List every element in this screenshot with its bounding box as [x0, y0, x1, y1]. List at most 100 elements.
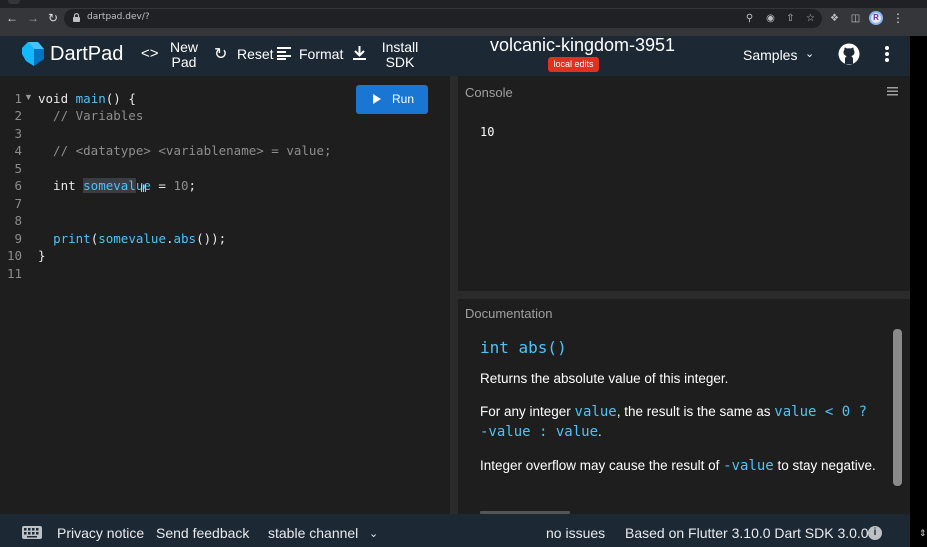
local-edits-badge: local edits: [548, 57, 599, 72]
doc-paragraph-3: Integer overflow may cause the result of…: [480, 456, 880, 476]
run-button[interactable]: Run: [356, 85, 428, 114]
line-number: 4: [14, 143, 22, 158]
doc-code-span: -value: [723, 458, 774, 474]
line-number: 3: [14, 126, 22, 141]
app-title: DartPad: [50, 43, 124, 65]
browser-menu-icon[interactable]: ⋮: [892, 11, 904, 25]
console-title: Console: [465, 85, 513, 100]
code-line-2[interactable]: // Variables: [38, 108, 143, 123]
back-arrow-icon[interactable]: ←: [5, 11, 19, 25]
code-token: print: [53, 231, 91, 246]
code-token: =: [150, 178, 174, 193]
dart-logo-icon: [22, 42, 44, 66]
code-token: () {: [105, 91, 136, 106]
browser-tab-strip: [0, 0, 927, 8]
new-pad-label-2: Pad: [171, 54, 197, 70]
code-line-1[interactable]: void main() {: [38, 91, 136, 106]
doc-text-span: .: [598, 424, 602, 439]
line-number: 6: [14, 178, 22, 193]
pad-title[interactable]: volcanic-kingdom-3951: [480, 35, 685, 56]
run-label: Run: [392, 92, 415, 106]
reset-button[interactable]: Reset: [237, 47, 274, 62]
resize-handle-icon[interactable]: ⇕: [919, 528, 927, 542]
console-panel: [458, 76, 910, 291]
doc-signature: int abs(): [480, 338, 567, 357]
doc-text-span: For any integer: [480, 404, 575, 419]
privacy-notice-link[interactable]: Privacy notice: [57, 525, 144, 541]
info-icon[interactable]: i: [868, 526, 882, 540]
code-token: int: [38, 178, 84, 193]
code-token: ;: [188, 178, 197, 193]
code-token: somevalue: [98, 231, 166, 246]
doc-paragraph-1: Returns the absolute value of this integ…: [480, 371, 729, 386]
code-brackets-icon[interactable]: <>: [141, 45, 159, 62]
code-line-4[interactable]: // <datatype> <variablename> = value;: [38, 143, 331, 158]
window-edge: [910, 36, 927, 547]
line-number: 8: [14, 213, 22, 228]
line-number: 1: [14, 91, 22, 106]
github-icon[interactable]: [838, 43, 860, 65]
code-line-9[interactable]: print(somevalue.abs());: [38, 231, 226, 246]
send-feedback-link[interactable]: Send feedback: [156, 525, 249, 541]
code-token: ());: [196, 231, 227, 246]
documentation-title: Documentation: [465, 306, 553, 321]
forward-arrow-icon[interactable]: →: [26, 11, 40, 25]
code-line-6[interactable]: int somevalue = 10;: [38, 178, 196, 193]
sdk-version-info: Based on Flutter 3.10.0 Dart SDK 3.0.0: [625, 525, 869, 541]
format-icon[interactable]: [277, 47, 291, 60]
samples-dropdown[interactable]: Samples: [743, 47, 797, 63]
code-editor[interactable]: [0, 76, 450, 514]
line-number: 11: [6, 266, 22, 281]
doc-scrollbar[interactable]: [893, 329, 902, 486]
browser-tab[interactable]: [8, 0, 20, 4]
code-token: .: [165, 231, 174, 246]
code-token: 10: [173, 178, 189, 193]
line-number: 2: [14, 108, 22, 123]
url-text: dartpad.dev/?: [87, 12, 150, 22]
line-number: 7: [14, 196, 22, 211]
extensions-puzzle-icon[interactable]: ❖: [829, 13, 840, 24]
code-token: void: [38, 91, 76, 106]
new-pad-label-1: New: [169, 39, 198, 55]
chevron-down-icon[interactable]: ⌄: [805, 47, 814, 60]
reload-icon[interactable]: ↻: [46, 11, 60, 25]
install-sdk-label-1: Install: [381, 39, 419, 55]
install-sdk-label-2: SDK: [385, 54, 415, 70]
address-bar[interactable]: dartpad.dev/?: [64, 9, 822, 28]
bookmark-star-icon[interactable]: ☆: [805, 13, 816, 24]
code-token: main: [75, 91, 106, 106]
format-button[interactable]: Format: [299, 47, 343, 62]
selected-text: someval: [83, 178, 136, 193]
eye-off-icon[interactable]: ◉: [765, 13, 776, 24]
more-vert-icon[interactable]: [879, 43, 895, 65]
play-icon: [373, 94, 381, 104]
side-panel-icon[interactable]: ◫: [850, 13, 861, 24]
reset-icon[interactable]: ↻: [214, 44, 227, 64]
download-icon[interactable]: [353, 46, 366, 61]
zoom-icon[interactable]: ⚲: [744, 13, 755, 24]
keyboard-icon[interactable]: [22, 526, 42, 539]
vertical-splitter[interactable]: [450, 76, 458, 514]
line-number: 10: [6, 248, 22, 263]
text-cursor-icon: Ⅲ: [140, 184, 147, 195]
line-number: 5: [14, 161, 22, 176]
doc-text-span: Integer overflow may cause the result of: [480, 458, 724, 473]
lock-icon: [73, 13, 80, 22]
code-line-10[interactable]: }: [38, 248, 46, 263]
doc-paragraph-2: For any integer value, the result is the…: [480, 402, 880, 442]
install-sdk-button[interactable]: Install SDK: [378, 40, 422, 70]
code-token: abs: [173, 231, 197, 246]
doc-text-span: to stay negative.: [773, 458, 876, 473]
share-icon[interactable]: ⇧: [785, 13, 796, 24]
new-pad-button[interactable]: New Pad: [168, 40, 200, 70]
channel-dropdown[interactable]: stable channel: [268, 525, 358, 541]
profile-avatar[interactable]: R: [869, 11, 883, 25]
issues-status: no issues: [546, 525, 606, 541]
doc-overflow-text: [480, 506, 570, 514]
horizontal-splitter[interactable]: [458, 291, 910, 299]
console-output: 10: [480, 125, 495, 139]
chevron-down-icon[interactable]: ⌄: [369, 527, 378, 540]
clear-console-icon[interactable]: [887, 87, 898, 96]
fold-arrow-icon[interactable]: ▼: [24, 92, 33, 102]
